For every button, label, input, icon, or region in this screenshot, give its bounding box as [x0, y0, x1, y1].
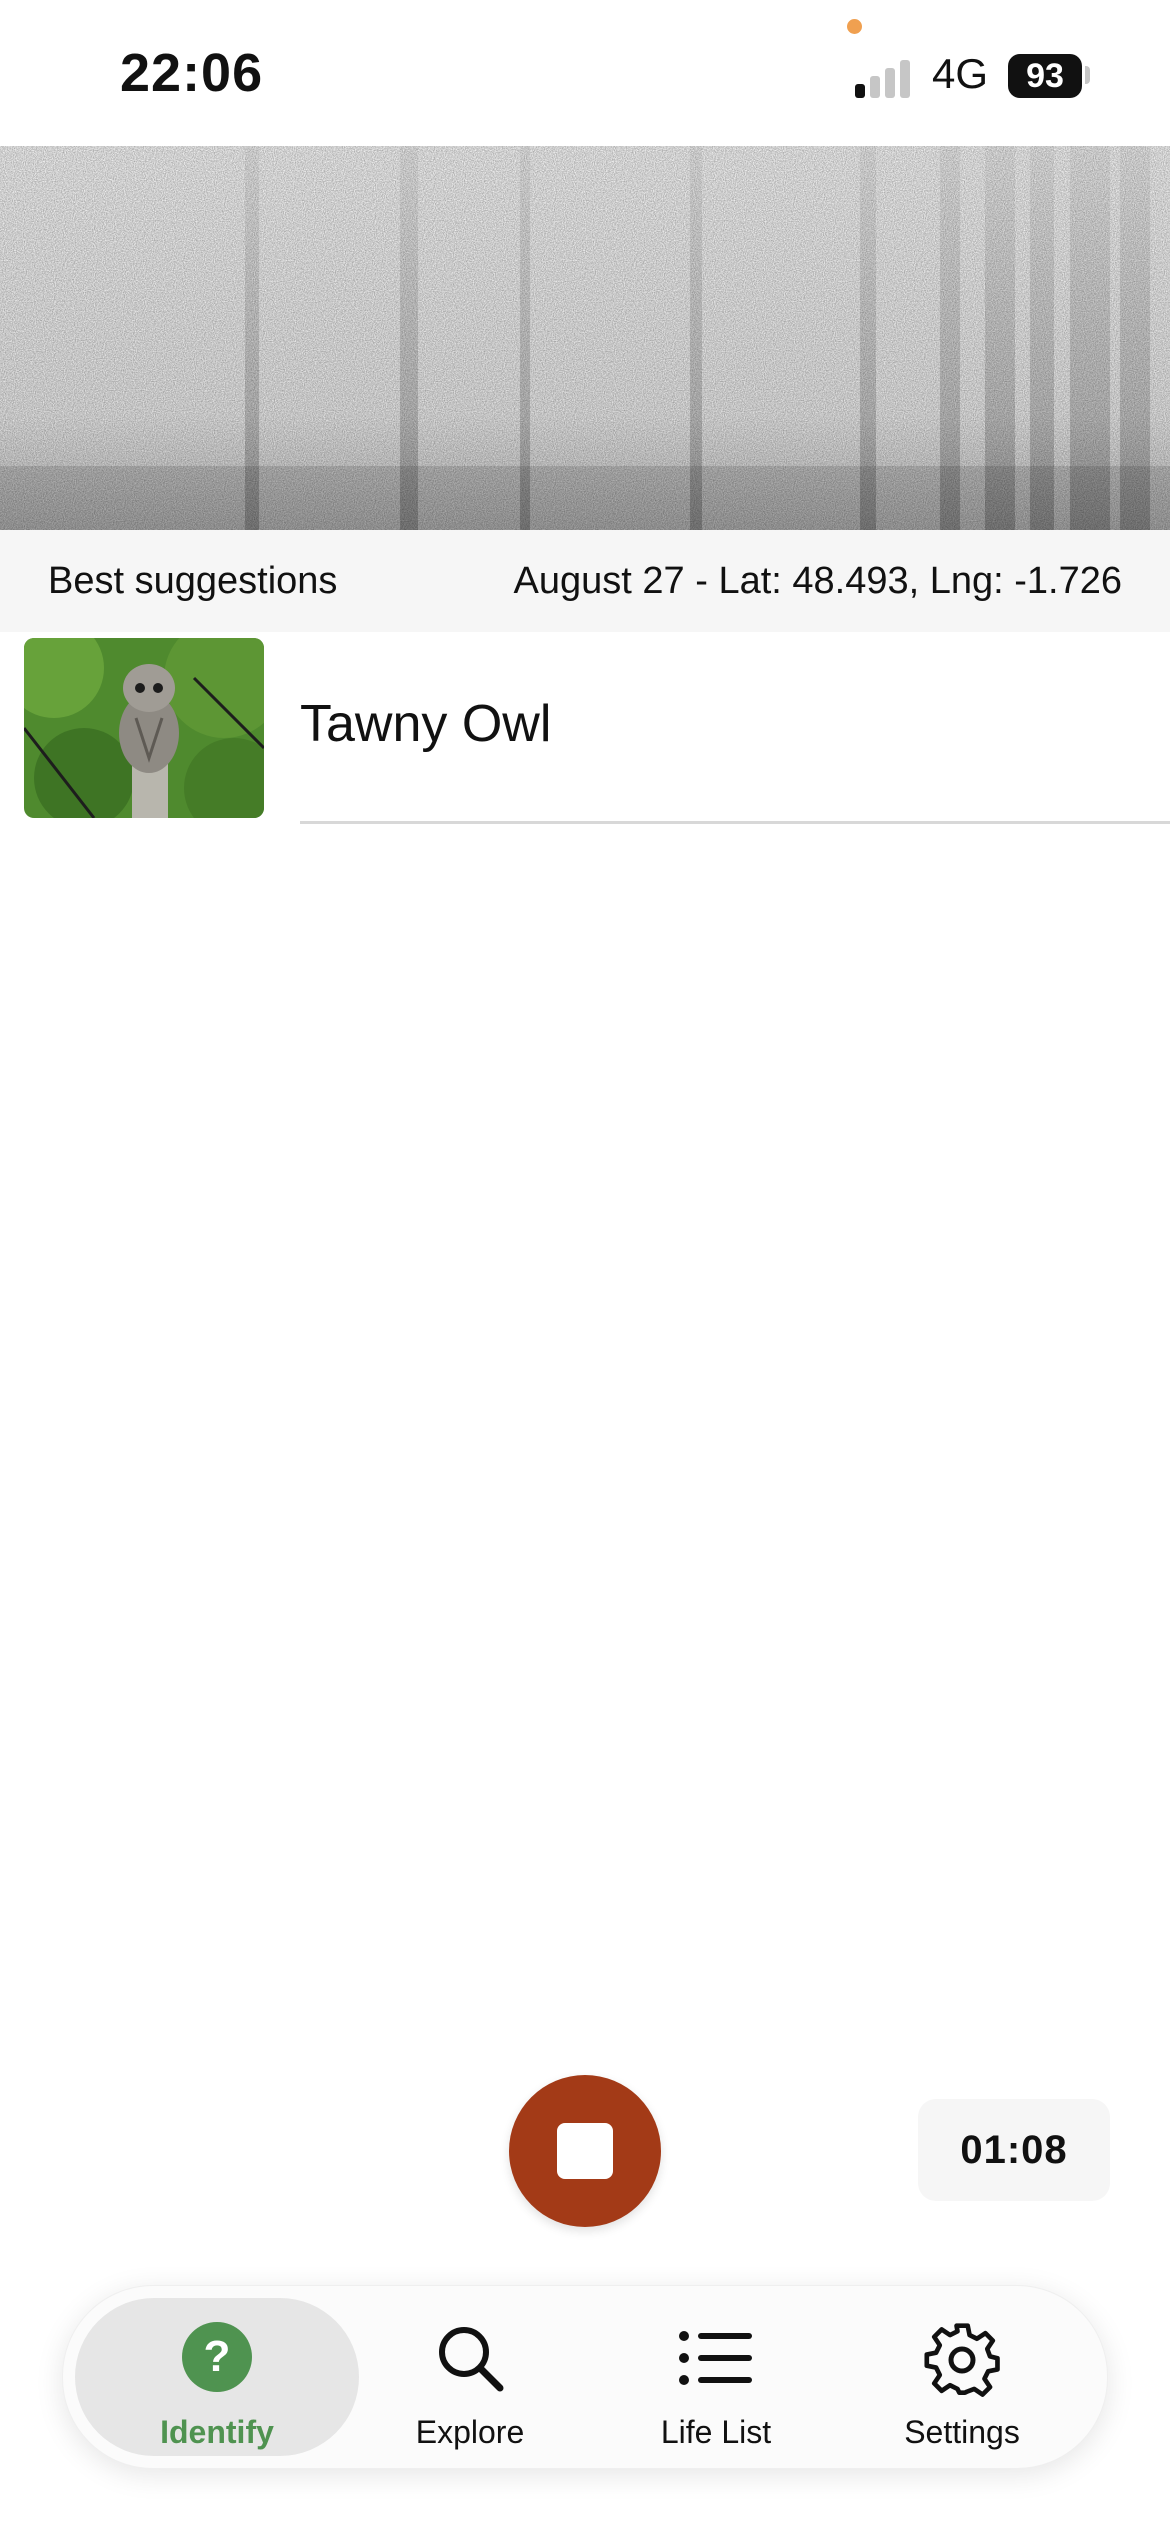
tab-label: Life List	[660, 2414, 772, 2450]
tab-settings[interactable]: Settings	[839, 2298, 1085, 2456]
row-divider	[300, 821, 1170, 824]
spectrogram-graphic	[0, 146, 1170, 530]
spectrogram	[0, 146, 1170, 530]
tab-label: Explore	[415, 2414, 525, 2450]
tab-identify[interactable]: ? Identify	[75, 2298, 359, 2456]
stop-recording-button[interactable]	[509, 2075, 661, 2227]
battery-tip	[1085, 66, 1090, 84]
recording-timer: 01:08	[918, 2099, 1110, 2201]
recording-date-location: August 27 - Lat: 48.493, Lng: -1.726	[513, 560, 1122, 602]
tab-label: Identify	[160, 2414, 274, 2450]
list-icon	[678, 2322, 754, 2399]
tab-life-list[interactable]: Life List	[593, 2298, 839, 2456]
status-bar: 22:06 4G 93	[0, 0, 1170, 146]
bottom-tab-bar: ? Identify Explore Life List Settings	[62, 2285, 1108, 2469]
species-name: Tawny Owl	[300, 695, 552, 753]
suggestions-header: Best suggestions August 27 - Lat: 48.493…	[0, 530, 1170, 632]
gear-icon	[924, 2322, 1000, 2403]
signal-strength-icon	[855, 58, 915, 98]
status-time: 22:06	[120, 43, 264, 103]
suggestions-title: Best suggestions	[48, 560, 338, 602]
help-icon: ?	[182, 2322, 252, 2392]
tab-label: Settings	[904, 2414, 1020, 2450]
tab-explore[interactable]: Explore	[347, 2298, 593, 2456]
stop-icon	[557, 2123, 613, 2179]
network-type: 4G	[932, 50, 989, 97]
search-icon	[434, 2322, 506, 2399]
microphone-indicator-dot	[847, 19, 862, 34]
result-row[interactable]: Tawny Owl	[0, 632, 1170, 824]
owl-photo	[24, 638, 264, 818]
battery-level: 93	[1008, 54, 1082, 98]
